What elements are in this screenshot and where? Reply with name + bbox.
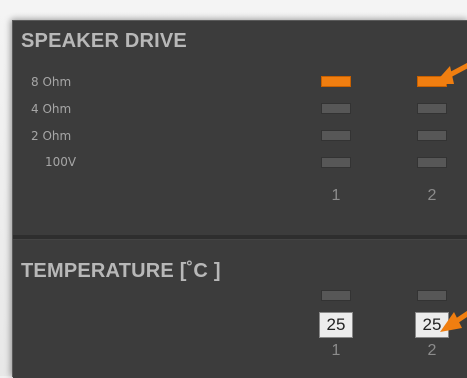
led-ch1-8-ohm (321, 76, 351, 87)
temperature-title: TEMPERATURE [˚C ] (21, 260, 221, 282)
annotation-arrow-icon (434, 62, 467, 84)
led-ch1-4-ohm (321, 103, 351, 114)
temperature-section: TEMPERATURE [˚C ] 25 25 1 2 (13, 239, 467, 378)
speaker-drive-section: SPEAKER DRIVE 8 Ohm 4 Ohm 2 Ohm 100V 1 2 (13, 21, 467, 235)
led-ch1-2-ohm (321, 130, 351, 141)
row-label-8-ohm: 8 Ohm (31, 75, 72, 89)
temperature-channel-number-2: 2 (427, 342, 437, 359)
row-label-4-ohm: 4 Ohm (31, 102, 72, 116)
led-ch1-100v (321, 157, 351, 168)
led-ch2-4-ohm (417, 103, 447, 114)
row-label-2-ohm: 2 Ohm (31, 129, 72, 143)
temperature-channel-number-1: 1 (331, 342, 341, 359)
channel-number-1: 1 (331, 187, 341, 204)
window-background: SPEAKER DRIVE 8 Ohm 4 Ohm 2 Ohm 100V 1 2… (0, 0, 467, 378)
led-ch2-2-ohm (417, 130, 447, 141)
temperature-value-ch1: 25 (319, 312, 353, 338)
channel-number-2: 2 (427, 187, 437, 204)
temperature-led-ch1 (321, 290, 351, 301)
speaker-drive-title: SPEAKER DRIVE (21, 30, 187, 52)
led-ch2-100v (417, 157, 447, 168)
annotation-arrow-icon (440, 310, 467, 332)
row-label-100v: 100V (45, 155, 77, 169)
monitor-panel: SPEAKER DRIVE 8 Ohm 4 Ohm 2 Ohm 100V 1 2… (12, 20, 467, 378)
